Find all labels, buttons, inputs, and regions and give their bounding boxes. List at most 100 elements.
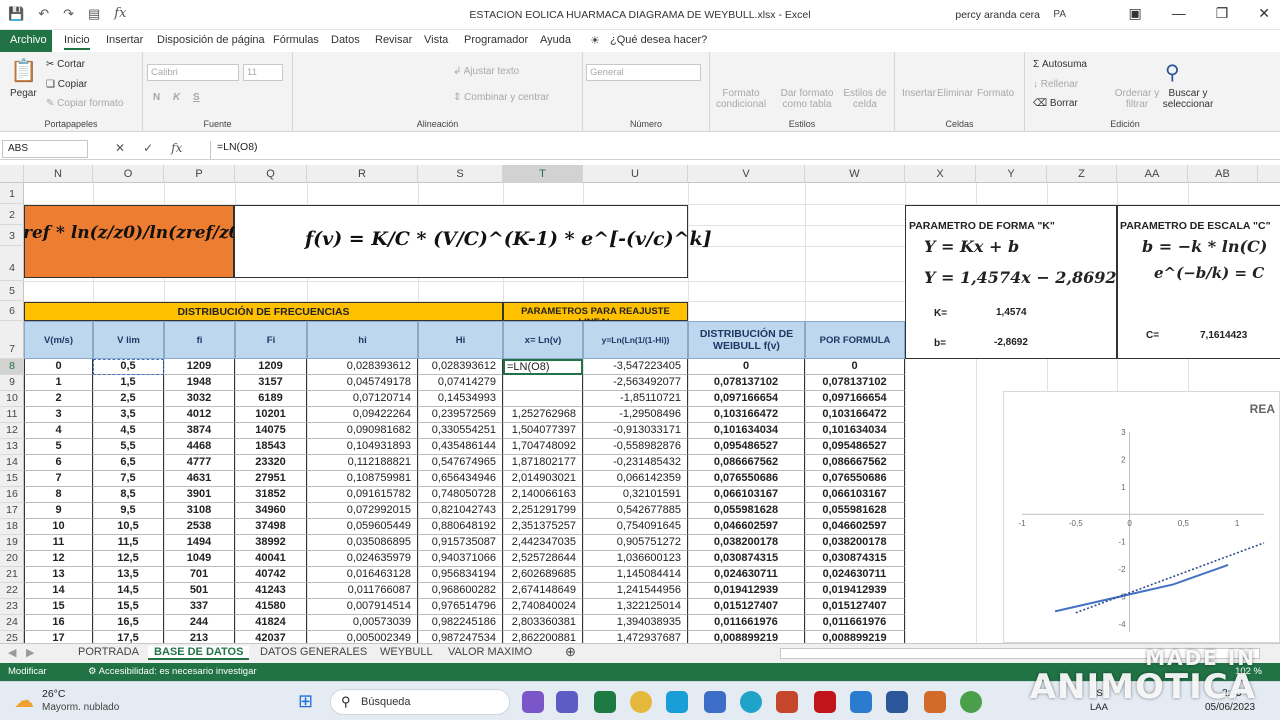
table-cell[interactable]: 3901	[164, 487, 235, 503]
row-header[interactable]: 13	[0, 439, 24, 455]
table-cell[interactable]: 0,112188821	[307, 455, 418, 471]
table-cell[interactable]: 0,066103167	[805, 487, 905, 503]
table-cell[interactable]: 3,5	[93, 407, 164, 423]
sheet-tab[interactable]: PORTRADA	[78, 646, 139, 658]
table-cell[interactable]: 14075	[235, 423, 307, 439]
table-cell[interactable]: 0,09422264	[307, 407, 418, 423]
tab-file[interactable]: Archivo	[0, 30, 52, 52]
column-header[interactable]: U	[583, 165, 688, 183]
cancel-icon[interactable]: ✕	[115, 141, 125, 155]
user-name[interactable]: percy aranda cera	[955, 9, 1040, 21]
table-cell[interactable]: 0,076550686	[688, 471, 805, 487]
table-cell[interactable]: 16	[24, 615, 93, 631]
table-cell[interactable]: 14	[24, 583, 93, 599]
table-cell[interactable]: 0,097166654	[805, 391, 905, 407]
table-cell[interactable]: 0	[805, 359, 905, 375]
table-cell[interactable]: 6	[24, 455, 93, 471]
minimize-icon[interactable]: —	[1172, 5, 1186, 22]
table-cell[interactable]	[503, 375, 583, 391]
table-cell[interactable]: 1,871802177	[503, 455, 583, 471]
format-table-button[interactable]: Dar formato como tabla	[776, 88, 838, 110]
table-cell[interactable]: 0,905751272	[583, 535, 688, 551]
sheet-tab-active[interactable]: BASE DE DATOS	[148, 646, 250, 660]
column-header[interactable]: N	[24, 165, 93, 183]
table-cell[interactable]: 0,32101591	[583, 487, 688, 503]
copy-button[interactable]: ❏ Copiar	[46, 79, 87, 90]
table-cell[interactable]: 0,542677885	[583, 503, 688, 519]
table-cell[interactable]: 38992	[235, 535, 307, 551]
table-cell[interactable]: 9,5	[93, 503, 164, 519]
table-cell[interactable]: 0,045749178	[307, 375, 418, 391]
edge-icon[interactable]	[740, 691, 762, 713]
table-cell[interactable]: 0,035086895	[307, 535, 418, 551]
column-header[interactable]: AB	[1188, 165, 1258, 183]
table-cell[interactable]: 244	[164, 615, 235, 631]
formula-input[interactable]: =LN(O8)	[210, 141, 258, 159]
table-cell[interactable]: 41243	[235, 583, 307, 599]
table-cell[interactable]: 2,351375257	[503, 519, 583, 535]
table-cell[interactable]: 0,024630711	[688, 567, 805, 583]
table-cell[interactable]: 0,019412939	[688, 583, 805, 599]
table-cell[interactable]: 0,00573039	[307, 615, 418, 631]
tab-formulas[interactable]: Fórmulas	[273, 34, 319, 46]
table-cell[interactable]: 1,036600123	[583, 551, 688, 567]
table-cell[interactable]: 12	[24, 551, 93, 567]
table-cell[interactable]: 0,015127407	[688, 599, 805, 615]
row-header[interactable]: 9	[0, 375, 24, 391]
delete-cells-button[interactable]: Eliminar	[937, 88, 973, 99]
table-cell[interactable]: 1948	[164, 375, 235, 391]
table-cell[interactable]: 2,442347035	[503, 535, 583, 551]
table-cell[interactable]: -1,85110721	[583, 391, 688, 407]
table-cell[interactable]: 501	[164, 583, 235, 599]
table-cell[interactable]: 17,5	[93, 631, 164, 643]
table-cell[interactable]: 337	[164, 599, 235, 615]
table-cell[interactable]: 10,5	[93, 519, 164, 535]
weather-desc[interactable]: Mayorm. nublado	[42, 702, 119, 713]
table-cell[interactable]: 0,104931893	[307, 439, 418, 455]
table-cell[interactable]: 4777	[164, 455, 235, 471]
table-cell[interactable]: 0,103166472	[688, 407, 805, 423]
table-cell[interactable]: 27951	[235, 471, 307, 487]
table-cell[interactable]: 0,090981682	[307, 423, 418, 439]
table-cell[interactable]: 0,915735087	[418, 535, 503, 551]
paste-button[interactable]: Pegar	[10, 88, 37, 99]
table-cell[interactable]: 2538	[164, 519, 235, 535]
table-cell[interactable]: 2,740840024	[503, 599, 583, 615]
tab-page-layout[interactable]: Disposición de página	[157, 34, 265, 46]
table-cell[interactable]: 0,07120714	[307, 391, 418, 407]
table-cell[interactable]: 0,547674965	[418, 455, 503, 471]
column-header[interactable]: R	[307, 165, 418, 183]
table-cell[interactable]: 41580	[235, 599, 307, 615]
table-cell[interactable]: 0,095486527	[688, 439, 805, 455]
sheet-tab[interactable]: DATOS GENERALES	[260, 646, 367, 658]
table-cell[interactable]: 41824	[235, 615, 307, 631]
table-cell[interactable]: 1,504077397	[503, 423, 583, 439]
chrome-icon[interactable]	[630, 691, 652, 713]
table-cell[interactable]: 13	[24, 567, 93, 583]
tab-home[interactable]: Inicio	[64, 34, 90, 50]
row-header[interactable]: 15	[0, 471, 24, 487]
table-cell[interactable]: 0,103166472	[805, 407, 905, 423]
row-header[interactable]: 5	[0, 281, 24, 301]
table-cell[interactable]	[503, 391, 583, 407]
table-cell[interactable]: 10	[24, 519, 93, 535]
chrome-alt-icon[interactable]	[960, 691, 982, 713]
select-all-corner[interactable]	[0, 165, 24, 183]
table-cell[interactable]: -1,29508496	[583, 407, 688, 423]
app-gear-icon[interactable]	[924, 691, 946, 713]
table-cell[interactable]: 3	[24, 407, 93, 423]
table-cell[interactable]: 16,5	[93, 615, 164, 631]
chat-icon[interactable]	[556, 691, 578, 713]
table-cell[interactable]: 37498	[235, 519, 307, 535]
table-cell[interactable]: 0,007914514	[307, 599, 418, 615]
table-cell[interactable]: 0,046602597	[805, 519, 905, 535]
row-header[interactable]: 17	[0, 503, 24, 519]
table-cell[interactable]: 1	[24, 375, 93, 391]
sheet-tab[interactable]: VALOR MAXIMO	[448, 646, 532, 658]
table-cell[interactable]: 0,072992015	[307, 503, 418, 519]
table-cell[interactable]: 1,394038935	[583, 615, 688, 631]
row-header[interactable]: 7	[0, 321, 24, 359]
table-cell[interactable]: 0,656434946	[418, 471, 503, 487]
table-cell[interactable]: 0,005002349	[307, 631, 418, 643]
table-cell[interactable]: 0,330554251	[418, 423, 503, 439]
